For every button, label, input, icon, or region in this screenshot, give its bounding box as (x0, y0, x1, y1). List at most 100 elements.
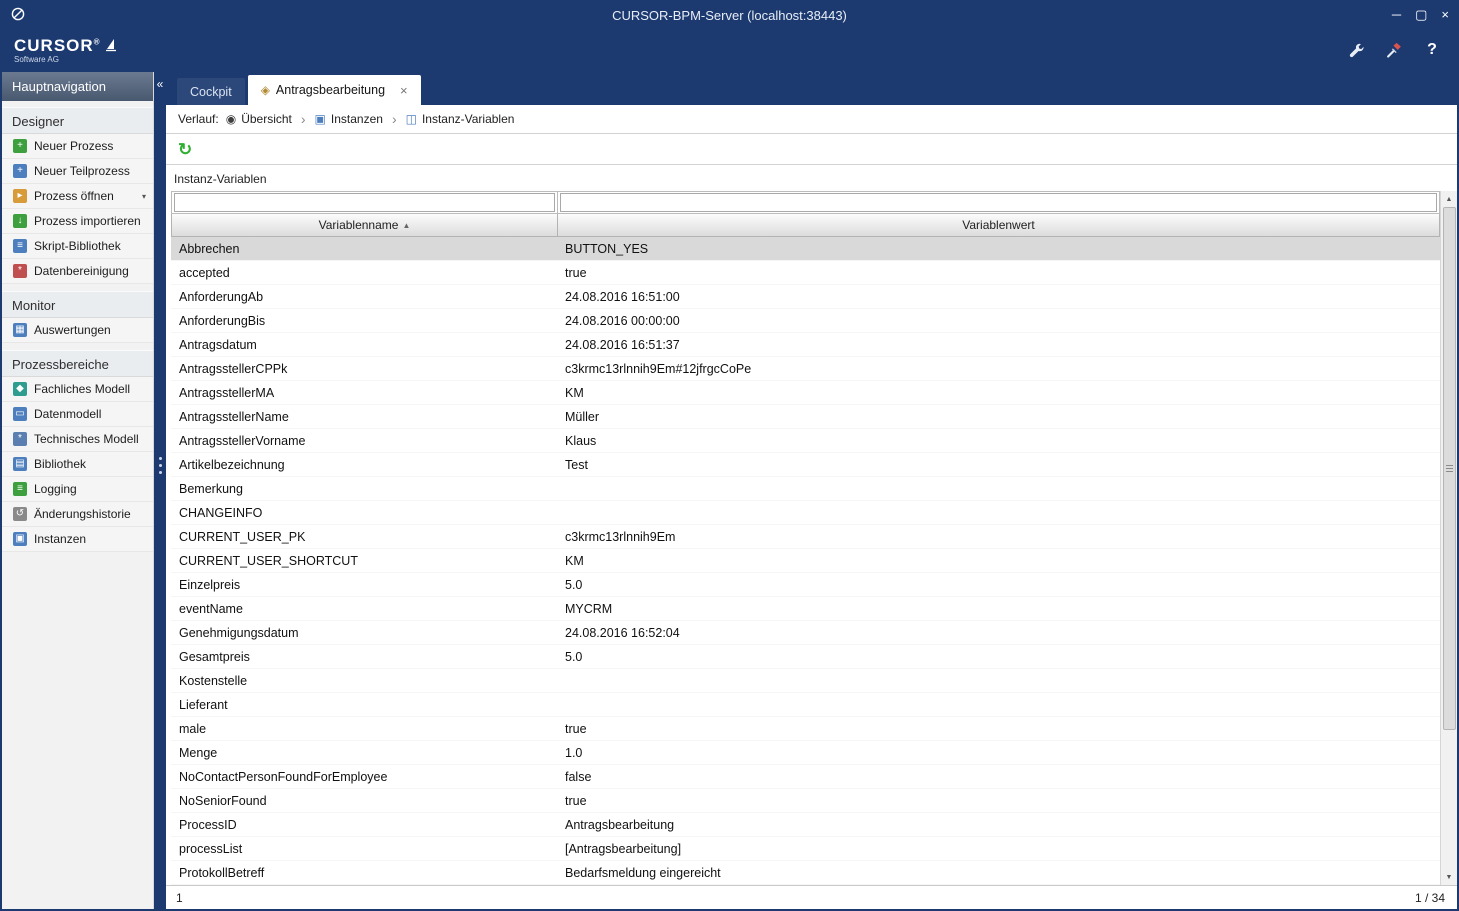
sidebar-item-label: Auswertungen (34, 323, 111, 337)
column-header-variablenname[interactable]: Variablenname ▲ (171, 214, 557, 237)
sidebar-item-label: Prozess importieren (34, 214, 141, 228)
sidebar-item-instanzen[interactable]: ▣Instanzen (2, 527, 153, 552)
app-window: CURSOR-BPM-Server (localhost:38443) ─ ▢ … (0, 0, 1459, 911)
logging-icon: ≡ (13, 482, 27, 496)
table-row[interactable]: Bemerkung (171, 477, 1440, 501)
table-row[interactable]: AntragsstellerMAKM (171, 381, 1440, 405)
collapse-sidebar-icon[interactable]: « (154, 77, 166, 91)
vertical-scrollbar[interactable]: ▲ ▼ (1440, 191, 1457, 885)
table-row[interactable]: CURRENT_USER_SHORTCUTKM (171, 549, 1440, 573)
cell-variablenname: accepted (171, 266, 557, 280)
chevron-right-icon: › (299, 111, 308, 127)
scrollbar-thumb[interactable] (1443, 207, 1456, 730)
titlebar[interactable]: CURSOR-BPM-Server (localhost:38443) ─ ▢ … (2, 2, 1457, 28)
tab-cockpit[interactable]: Cockpit (177, 78, 245, 105)
tab-antragsbearbeitung[interactable]: ◈ Antragsbearbeitung × (248, 75, 421, 105)
table-row[interactable]: Einzelpreis5.0 (171, 573, 1440, 597)
reports-icon: ▦ (13, 323, 27, 337)
table-row[interactable]: CURRENT_USER_PKc3krmc13rlnnih9Em (171, 525, 1440, 549)
splitter-grip-icon (154, 457, 166, 474)
cell-variablenname: AnforderungAb (171, 290, 557, 304)
cell-variablenname: ProtokollBetreff (171, 866, 557, 880)
wrench-icon[interactable] (1347, 41, 1365, 59)
sidebar-item-label: Technisches Modell (34, 432, 139, 446)
scroll-down-icon[interactable]: ▼ (1441, 869, 1457, 885)
cell-variablenname: Artikelbezeichnung (171, 458, 557, 472)
filter-variablenname-input[interactable] (174, 193, 555, 212)
table-row[interactable]: NoContactPersonFoundForEmployeefalse (171, 765, 1440, 789)
sidebar-sections: Designer+Neuer Prozess+Neuer Teilprozess… (2, 101, 153, 552)
refresh-icon[interactable]: ↻ (178, 141, 192, 158)
close-button[interactable]: × (1441, 7, 1449, 23)
sidebar-item-label: Änderungshistorie (34, 507, 131, 521)
table-row[interactable]: Kostenstelle (171, 669, 1440, 693)
table-row[interactable]: Gesamtpreis5.0 (171, 645, 1440, 669)
cell-variablenname: Antragsdatum (171, 338, 557, 352)
table-row[interactable]: ArtikelbezeichnungTest (171, 453, 1440, 477)
scroll-up-icon[interactable]: ▲ (1441, 191, 1457, 207)
table-row[interactable]: AntragsstellerVornameKlaus (171, 429, 1440, 453)
sidebar-item-prozess-importieren[interactable]: ↓Prozess importieren (2, 209, 153, 234)
column-label: Variablenname (319, 218, 399, 232)
table-row[interactable]: maletrue (171, 717, 1440, 741)
table-row[interactable]: acceptedtrue (171, 261, 1440, 285)
minimize-button[interactable]: ─ (1392, 7, 1401, 23)
cell-variablenwert: 24.08.2016 16:52:04 (557, 626, 1440, 640)
sidebar-item-prozess-öffnen[interactable]: ▸Prozess öffnen▾ (2, 184, 153, 209)
cell-variablenname: ProcessID (171, 818, 557, 832)
cell-variablenwert: [Antragsbearbeitung] (557, 842, 1440, 856)
table-row[interactable]: AnforderungBis24.08.2016 00:00:00 (171, 309, 1440, 333)
sidebar-item-fachliches-modell[interactable]: ◆Fachliches Modell (2, 377, 153, 402)
window-controls: ─ ▢ × (1392, 7, 1449, 23)
table-row[interactable]: Menge1.0 (171, 741, 1440, 765)
breadcrumb-item-instanzen[interactable]: ▣ Instanzen (315, 112, 383, 126)
help-icon[interactable]: ? (1423, 41, 1441, 59)
brand-subtitle: Software AG (14, 56, 101, 64)
app-icon (10, 6, 28, 24)
tab-close-icon[interactable]: × (400, 83, 408, 98)
appbar: CURSOR® Software AG ? (2, 28, 1457, 72)
cell-variablenwert: Antragsbearbeitung (557, 818, 1440, 832)
breadcrumb-item-uebersicht[interactable]: ◉ Übersicht (226, 112, 292, 126)
content-toolbar: ↻ (166, 134, 1457, 165)
cell-variablenname: AntragsstellerCPPk (171, 362, 557, 376)
table-row[interactable]: AntragsstellerNameMüller (171, 405, 1440, 429)
sidebar-item-neuer-prozess[interactable]: +Neuer Prozess (2, 134, 153, 159)
instance-variables-icon: ◫ (406, 112, 417, 126)
cell-variablenname: AntragsstellerVorname (171, 434, 557, 448)
table-row[interactable]: CHANGEINFO (171, 501, 1440, 525)
maximize-button[interactable]: ▢ (1415, 7, 1427, 23)
table-row[interactable]: Genehmigungsdatum24.08.2016 16:52:04 (171, 621, 1440, 645)
window-title: CURSOR-BPM-Server (localhost:38443) (2, 8, 1457, 23)
filter-variablenwert-input[interactable] (560, 193, 1437, 212)
sidebar-item-logging[interactable]: ≡Logging (2, 477, 153, 502)
sidebar-item-auswertungen[interactable]: ▦ Auswertungen (2, 318, 153, 343)
cell-variablenwert: Test (557, 458, 1440, 472)
cell-variablenwert: 24.08.2016 00:00:00 (557, 314, 1440, 328)
sidebar-item-änderungshistorie[interactable]: ↺Änderungshistorie (2, 502, 153, 527)
sidebar-item-bibliothek[interactable]: ▤Bibliothek (2, 452, 153, 477)
scrollbar-track[interactable] (1441, 207, 1457, 869)
table-row[interactable]: NoSeniorFoundtrue (171, 789, 1440, 813)
deploy-icon[interactable] (1385, 41, 1403, 59)
table-row[interactable]: Lieferant (171, 693, 1440, 717)
table-row[interactable]: ProtokollBetreffBedarfsmeldung eingereic… (171, 861, 1440, 885)
cell-variablenname: Einzelpreis (171, 578, 557, 592)
chevron-down-icon[interactable]: ▾ (142, 192, 146, 201)
instances-icon: ▣ (13, 532, 27, 546)
table-row[interactable]: AntragsstellerCPPkc3krmc13rlnnih9Em#12jf… (171, 357, 1440, 381)
sidebar-item-neuer-teilprozess[interactable]: +Neuer Teilprozess (2, 159, 153, 184)
sidebar-splitter[interactable]: « (154, 72, 166, 909)
table-row[interactable]: AbbrechenBUTTON_YES (171, 237, 1440, 261)
table-row[interactable]: eventNameMYCRM (171, 597, 1440, 621)
sidebar-item-datenbereinigung[interactable]: *Datenbereinigung (2, 259, 153, 284)
sidebar-item-technisches-modell[interactable]: *Technisches Modell (2, 427, 153, 452)
breadcrumb-item-instanz-variablen[interactable]: ◫ Instanz-Variablen (406, 112, 515, 126)
table-row[interactable]: AnforderungAb24.08.2016 16:51:00 (171, 285, 1440, 309)
column-header-variablenwert[interactable]: Variablenwert (557, 214, 1440, 237)
table-row[interactable]: ProcessIDAntragsbearbeitung (171, 813, 1440, 837)
sidebar-item-skript-bibliothek[interactable]: ≡Skript-Bibliothek (2, 234, 153, 259)
table-row[interactable]: Antragsdatum24.08.2016 16:51:37 (171, 333, 1440, 357)
table-row[interactable]: processList[Antragsbearbeitung] (171, 837, 1440, 861)
sidebar-item-datenmodell[interactable]: ▭Datenmodell (2, 402, 153, 427)
